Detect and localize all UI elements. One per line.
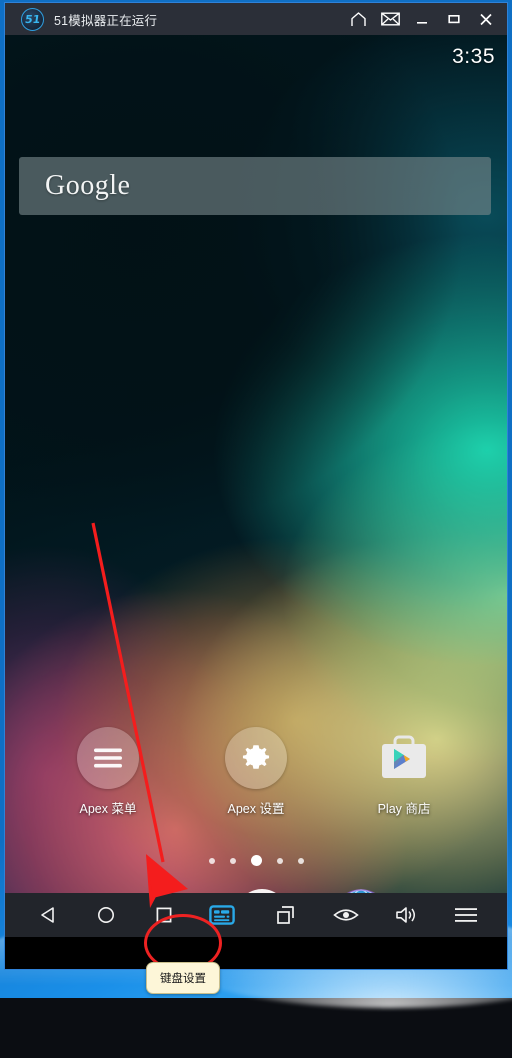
google-search-widget[interactable]: Google xyxy=(19,157,491,215)
app-logo-icon: 51 xyxy=(21,7,44,31)
titlebar-home-button[interactable] xyxy=(343,6,373,32)
app-item-apex-menu[interactable]: Apex 菜单 xyxy=(56,727,160,817)
minimize-icon xyxy=(417,22,427,24)
page-dot[interactable] xyxy=(208,857,215,864)
titlebar-buttons xyxy=(343,6,501,32)
status-bar-clock: 3:35 xyxy=(452,45,495,68)
titlebar-maximize-button[interactable] xyxy=(439,6,469,32)
page-dot-active[interactable] xyxy=(250,855,262,866)
hamburger-menu-icon xyxy=(77,727,139,789)
apex-menu-icon-wrap xyxy=(77,727,139,789)
navbar-left-group xyxy=(33,900,237,930)
volume-icon xyxy=(396,907,415,923)
gear-icon xyxy=(225,727,287,789)
emulator-window: 51 51模拟器正在运行 3:35 Google Apex 菜单 Apex 设置… xyxy=(4,2,508,970)
menu-icon xyxy=(455,908,477,922)
close-icon xyxy=(480,13,492,25)
page-indicator-dots xyxy=(5,855,507,866)
page-dot[interactable] xyxy=(297,857,304,864)
home-icon xyxy=(350,11,366,26)
window-title: 51模拟器正在运行 xyxy=(54,13,158,28)
app-label-play-store: Play 商店 xyxy=(377,802,431,816)
navbar-right-group xyxy=(271,900,481,930)
apex-settings-icon-wrap xyxy=(225,727,287,789)
google-search-widget-label: Google xyxy=(45,170,131,201)
app-label-apex-menu: Apex 菜单 xyxy=(79,802,137,816)
back-icon xyxy=(41,907,54,923)
nav-recents-button[interactable] xyxy=(149,900,179,930)
gear-glyph-icon xyxy=(242,745,270,769)
hamburger-lines-icon xyxy=(94,748,122,768)
titlebar-mail-button[interactable] xyxy=(375,6,405,32)
app-item-apex-settings[interactable]: Apex 设置 xyxy=(204,727,308,817)
nav-home-button[interactable] xyxy=(91,900,121,930)
titlebar-close-button[interactable] xyxy=(471,6,501,32)
nav-keyboard-settings-button[interactable] xyxy=(207,900,237,930)
nav-volume-button[interactable] xyxy=(391,900,421,930)
nav-menu-button[interactable] xyxy=(451,900,481,930)
app-item-play-store[interactable]: Play 商店 xyxy=(352,727,456,817)
android-navigation-bar xyxy=(5,893,507,937)
page-dot[interactable] xyxy=(229,857,236,864)
recents-icon xyxy=(156,907,172,923)
screenshot-icon xyxy=(277,906,294,924)
nav-screenshot-button[interactable] xyxy=(271,900,301,930)
app-label-apex-settings: Apex 设置 xyxy=(227,802,285,816)
home-screen-app-row: Apex 菜单 Apex 设置 Play 商店 xyxy=(5,727,507,817)
home-circle-icon xyxy=(98,907,114,923)
play-store-icon xyxy=(382,735,426,778)
android-screen: 3:35 Google Apex 菜单 Apex 设置 Play 商店 xyxy=(5,35,507,937)
keyboard-settings-icon xyxy=(209,905,235,925)
play-store-icon-wrap xyxy=(373,727,435,789)
mail-icon xyxy=(380,12,400,26)
page-dot[interactable] xyxy=(276,857,283,864)
titlebar: 51 51模拟器正在运行 xyxy=(5,3,507,35)
app-logo-glyph: 51 xyxy=(23,12,42,26)
nav-back-button[interactable] xyxy=(33,900,63,930)
titlebar-minimize-button[interactable] xyxy=(407,6,437,32)
maximize-icon xyxy=(448,14,460,24)
nav-eye-button[interactable] xyxy=(331,900,361,930)
eye-icon xyxy=(333,909,359,921)
